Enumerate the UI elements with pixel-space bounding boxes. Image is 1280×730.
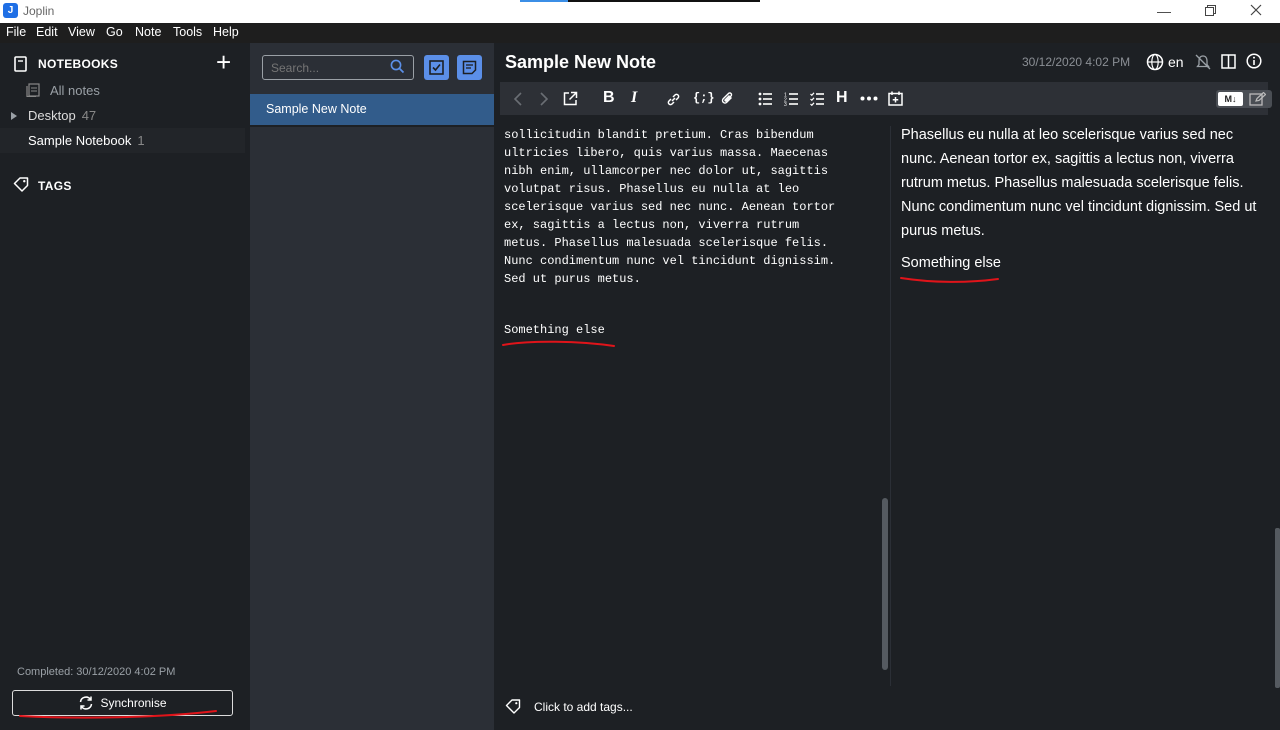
add-notebook-button[interactable]: + — [216, 49, 231, 75]
svg-text:3: 3 — [784, 102, 787, 106]
tag-icon — [13, 177, 29, 192]
tags-header[interactable]: TAGS — [38, 179, 72, 193]
editor-toolbar: B I {;} 1 2 3 H M↓ — [500, 82, 1272, 115]
toggle-layout-icon[interactable] — [1221, 54, 1236, 69]
heading-icon[interactable]: H — [836, 89, 848, 107]
editor-layout-toggle[interactable]: M↓ — [1216, 90, 1272, 108]
sidebar-item-sample-notebook[interactable]: Sample Notebook 1 — [0, 128, 245, 153]
search-icon[interactable] — [390, 59, 405, 74]
notebook-icon — [14, 56, 27, 72]
menu-help[interactable]: Help — [213, 25, 239, 39]
italic-icon[interactable]: I — [631, 89, 637, 107]
menu-bar: File Edit View Go Note Tools Help — [0, 23, 1280, 43]
insert-datetime-icon[interactable] — [888, 91, 903, 106]
joplin-logo-icon: J — [3, 3, 18, 18]
menu-note[interactable]: Note — [135, 25, 161, 39]
external-edit-icon[interactable] — [563, 91, 578, 106]
note-list-item[interactable]: Sample New Note — [250, 94, 494, 127]
notebook-label: Sample Notebook 1 — [28, 133, 145, 148]
viewer-scrollbar[interactable] — [1275, 528, 1280, 688]
spellcheck-language[interactable]: en — [1168, 54, 1184, 70]
sync-status: Completed: 30/12/2020 4:02 PM — [17, 666, 176, 678]
note-list-panel: Sample New Note — [250, 43, 494, 730]
menu-go[interactable]: Go — [106, 25, 123, 39]
new-note-button[interactable] — [457, 55, 482, 80]
markdown-editor[interactable]: sollicitudin blandit pretium. Cras biben… — [504, 126, 874, 288]
all-notes-icon — [26, 83, 40, 97]
note-date: 30/12/2020 4:02 PM — [1022, 55, 1131, 69]
notebook-label: Desktop 47 — [28, 108, 97, 123]
bold-icon[interactable]: B — [603, 89, 615, 107]
minimize-icon[interactable]: — — [1141, 0, 1187, 23]
back-icon[interactable] — [513, 92, 523, 106]
markdown-added-line[interactable]: Something else — [504, 323, 605, 337]
checklist-icon[interactable] — [810, 92, 825, 106]
rich-text-editor-icon[interactable] — [1249, 92, 1266, 106]
sidebar-item-all-notes[interactable]: All notes — [0, 78, 245, 103]
alarm-icon[interactable] — [1195, 54, 1211, 70]
globe-icon[interactable] — [1146, 53, 1164, 71]
red-annotation-underline — [19, 710, 217, 719]
editor-panel: Sample New Note 30/12/2020 4:02 PM en B … — [494, 43, 1280, 730]
editor-scrollbar[interactable] — [882, 498, 888, 670]
forward-icon[interactable] — [539, 92, 549, 106]
numbered-list-icon[interactable]: 1 2 3 — [784, 92, 799, 106]
expand-arrow-icon[interactable] — [11, 112, 17, 120]
attachment-icon[interactable] — [720, 91, 735, 106]
menu-tools[interactable]: Tools — [173, 25, 202, 39]
title-dark-strip — [568, 0, 760, 2]
checkbox-icon — [429, 60, 444, 75]
red-annotation-underline — [900, 277, 999, 283]
title-accent-strip — [520, 0, 568, 2]
markdown-editor-icon[interactable]: M↓ — [1218, 92, 1243, 106]
menu-view[interactable]: View — [68, 25, 95, 39]
menu-edit[interactable]: Edit — [36, 25, 58, 39]
note-title[interactable]: Sample New Note — [505, 52, 656, 73]
restore-icon[interactable] — [1187, 0, 1233, 23]
sidebar-item-desktop[interactable]: Desktop 47 — [0, 103, 245, 128]
sidebar: NOTEBOOKS + All notes Desktop 47 Sample N… — [0, 43, 249, 730]
more-icon[interactable] — [860, 96, 878, 101]
notebooks-header[interactable]: NOTEBOOKS — [38, 57, 118, 71]
red-annotation-underline — [502, 340, 615, 347]
menu-file[interactable]: File — [6, 25, 26, 39]
info-icon[interactable] — [1246, 53, 1262, 69]
bulleted-list-icon[interactable] — [758, 92, 773, 106]
new-todo-button[interactable] — [424, 55, 449, 80]
window-title: Joplin — [23, 4, 55, 18]
joplin-window: J Joplin — File Edit View Go Note Tools … — [0, 0, 1280, 730]
pane-divider[interactable] — [890, 126, 891, 686]
viewer-added-line: Something else — [901, 255, 1001, 271]
title-bar: J Joplin — — [0, 0, 1280, 23]
tag-icon[interactable] — [505, 699, 522, 714]
close-icon[interactable] — [1233, 0, 1279, 23]
all-notes-label: All notes — [50, 83, 100, 98]
add-tags-button[interactable]: Click to add tags... — [534, 700, 633, 714]
note-viewer: Phasellus eu nulla at leo scelerisque va… — [901, 127, 1257, 239]
link-icon[interactable] — [666, 92, 681, 107]
note-icon — [462, 60, 477, 75]
code-icon[interactable]: {;} — [693, 91, 715, 105]
